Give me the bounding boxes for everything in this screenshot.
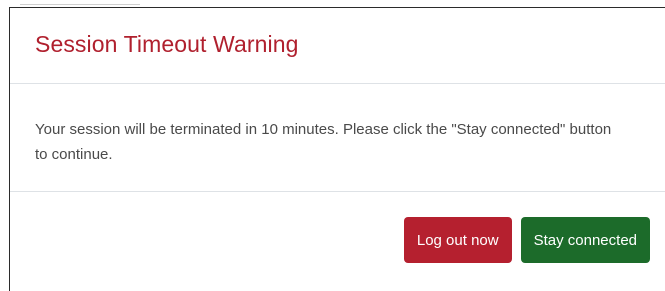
- dialog-header: Session Timeout Warning: [10, 8, 665, 84]
- log-out-now-button[interactable]: Log out now: [403, 217, 512, 263]
- session-timeout-dialog: Session Timeout Warning Your session wil…: [9, 7, 665, 291]
- dialog-footer: Log out now Stay connected: [10, 192, 665, 282]
- stay-connected-button[interactable]: Stay connected: [520, 217, 650, 263]
- dialog-body: Your session will be terminated in 10 mi…: [10, 84, 665, 192]
- dialog-title: Session Timeout Warning: [35, 31, 299, 57]
- dialog-message: Your session will be terminated in 10 mi…: [35, 121, 612, 163]
- backdrop-edge: [0, 0, 665, 7]
